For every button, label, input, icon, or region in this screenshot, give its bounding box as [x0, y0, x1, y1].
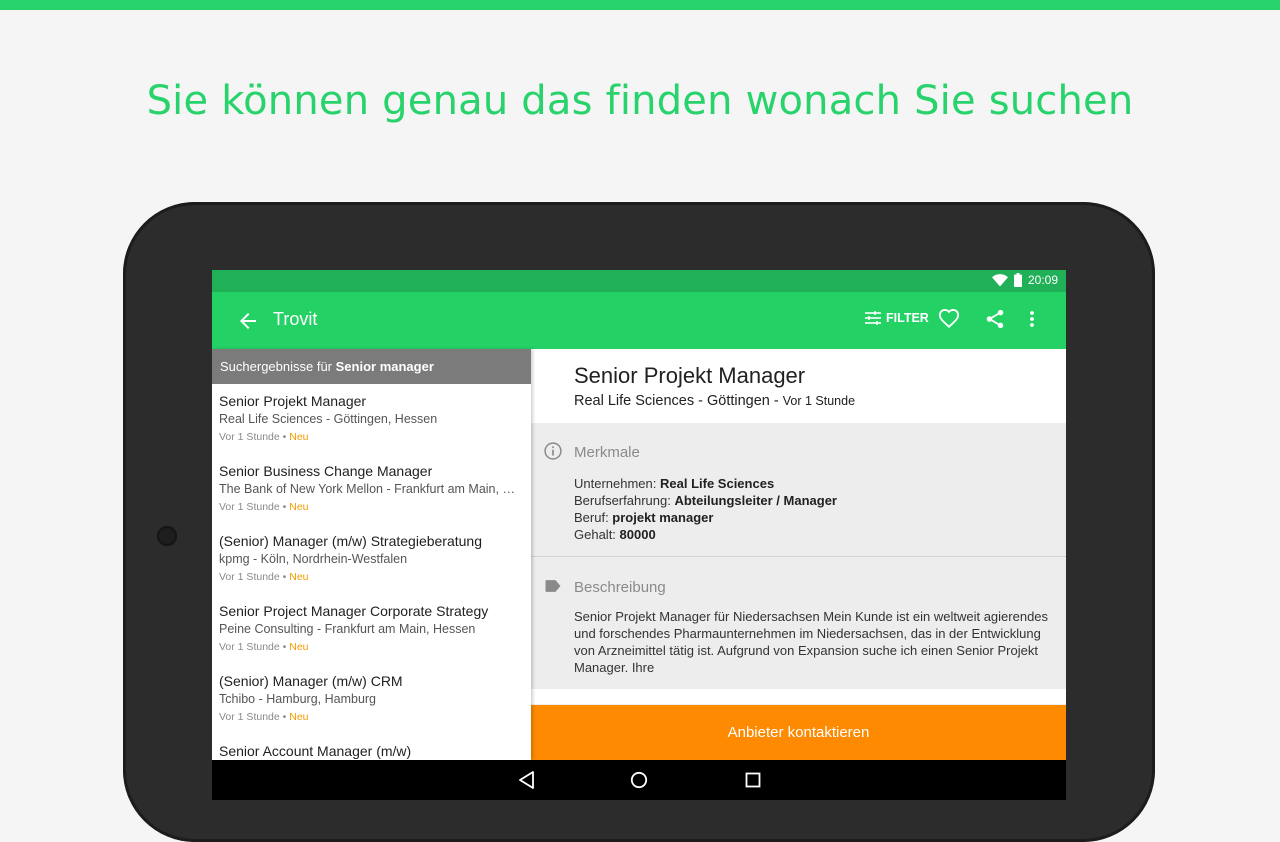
features-label: Merkmale: [574, 444, 640, 461]
meta-separator: •: [279, 711, 290, 723]
new-badge: Neu: [289, 501, 309, 513]
job-meta: Vor 1 Stunde • Neu: [219, 641, 309, 653]
back-arrow-icon[interactable]: [236, 309, 260, 333]
share-icon[interactable]: [984, 308, 1006, 330]
contact-advertiser-button[interactable]: Anbieter kontaktieren: [531, 705, 1066, 760]
detail-time: Vor 1 Stunde: [782, 394, 856, 408]
more-vert-icon[interactable]: [1024, 308, 1040, 330]
new-badge: Neu: [289, 711, 309, 723]
new-badge: Neu: [289, 431, 309, 443]
app-toolbar: Trovit FILTER: [212, 292, 1066, 349]
job-meta: Vor 1 Stunde • Neu: [219, 501, 309, 513]
job-detail-pane: Senior Projekt Manager Real Life Science…: [531, 349, 1066, 760]
job-list-item[interactable]: Senior Projekt Manager Real Life Science…: [212, 384, 531, 454]
label-tag-icon: [545, 580, 561, 592]
results-list[interactable]: Suchergebnisse für Senior manager Senior…: [212, 349, 531, 760]
meta-separator: •: [279, 431, 290, 443]
status-bar: 20:09: [212, 270, 1066, 292]
tablet-screen: 20:09 Trovit FILTER Suchergebnisse für S…: [212, 270, 1066, 800]
job-list-item[interactable]: (Senior) Manager (m/w) CRM Tchibo - Hamb…: [212, 664, 531, 734]
job-title: Senior Project Manager Corporate Strateg…: [219, 603, 489, 619]
job-title: Senior Account Manager (m/w): [219, 743, 412, 759]
feature-experience: Berufserfahrung: Abteilungsleiter / Mana…: [574, 493, 837, 508]
job-list-item[interactable]: Senior Business Change Manager The Bank …: [212, 454, 531, 524]
detail-separator: -: [769, 393, 783, 409]
job-company: Real Life Sciences - Göttingen, Hessen: [219, 412, 438, 426]
description-label: Beschreibung: [574, 579, 666, 596]
features-section: Merkmale Unternehmen: Real Life Sciences…: [531, 424, 1066, 557]
heart-icon[interactable]: [938, 308, 960, 330]
job-meta: Vor 1 Stunde • Neu: [219, 571, 309, 583]
description-text: Senior Projekt Manager für Niedersachsen…: [574, 609, 1049, 675]
description-section: Beschreibung Senior Projekt Manager für …: [531, 558, 1066, 689]
job-time: Vor 1 Stunde: [219, 571, 280, 583]
job-list-item[interactable]: (Senior) Manager (m/w) Strategieberatung…: [212, 524, 531, 594]
job-title: (Senior) Manager (m/w) CRM: [219, 673, 403, 689]
nav-home-icon[interactable]: [630, 771, 648, 789]
wifi-icon: [991, 273, 1008, 286]
status-time: 20:09: [1027, 273, 1058, 287]
info-icon: [544, 442, 562, 460]
job-company: kpmg - Köln, Nordrhein-Westfalen: [219, 552, 408, 566]
android-nav-bar: [212, 760, 1066, 800]
feature-salary: Gehalt: 80000: [574, 527, 656, 542]
battery-icon: [1013, 273, 1022, 287]
new-badge: Neu: [289, 641, 309, 653]
results-header-query: Senior manager: [335, 359, 434, 374]
sliders-icon: [865, 311, 881, 325]
top-accent-bar: [0, 0, 1280, 10]
nav-back-icon[interactable]: [517, 770, 537, 790]
results-header: Suchergebnisse für Senior manager: [212, 349, 531, 384]
meta-separator: •: [279, 641, 290, 653]
nav-recents-icon[interactable]: [745, 772, 761, 788]
tablet-camera: [157, 526, 177, 546]
detail-spacer: [531, 689, 1066, 704]
job-time: Vor 1 Stunde: [219, 431, 280, 443]
job-company: The Bank of New York Mellon - Frankfurt …: [219, 482, 515, 496]
job-company: Tchibo - Hamburg, Hamburg: [219, 692, 377, 706]
detail-header: Senior Projekt Manager Real Life Science…: [531, 349, 1066, 423]
results-header-prefix: Suchergebnisse für: [220, 359, 336, 374]
app-title: Trovit: [273, 309, 318, 329]
job-title: (Senior) Manager (m/w) Strategieberatung: [219, 533, 483, 549]
detail-title: Senior Projekt Manager: [574, 363, 806, 388]
job-time: Vor 1 Stunde: [219, 711, 280, 723]
job-time: Vor 1 Stunde: [219, 641, 280, 653]
job-company: Peine Consulting - Frankfurt am Main, He…: [219, 622, 476, 636]
filter-button[interactable]: FILTER: [864, 310, 929, 326]
promo-headline: Sie können genau das finden wonach Sie s…: [146, 78, 1134, 124]
job-title: Senior Projekt Manager: [219, 393, 367, 409]
meta-separator: •: [279, 501, 290, 513]
feature-company: Unternehmen: Real Life Sciences: [574, 476, 775, 491]
feature-profession: Beruf: projekt manager: [574, 510, 714, 525]
meta-separator: •: [279, 571, 290, 583]
job-meta: Vor 1 Stunde • Neu: [219, 711, 309, 723]
job-time: Vor 1 Stunde: [219, 501, 280, 513]
job-list-item[interactable]: Senior Project Manager Corporate Strateg…: [212, 594, 531, 664]
job-title: Senior Business Change Manager: [219, 463, 433, 479]
job-meta: Vor 1 Stunde • Neu: [219, 431, 309, 443]
detail-company-location: Real Life Sciences - Göttingen: [574, 393, 770, 409]
detail-subtitle: Real Life Sciences - Göttingen - Vor 1 S…: [574, 393, 855, 409]
job-list-item[interactable]: Senior Account Manager (m/w): [212, 734, 531, 760]
filter-label: FILTER: [886, 311, 929, 325]
new-badge: Neu: [289, 571, 309, 583]
